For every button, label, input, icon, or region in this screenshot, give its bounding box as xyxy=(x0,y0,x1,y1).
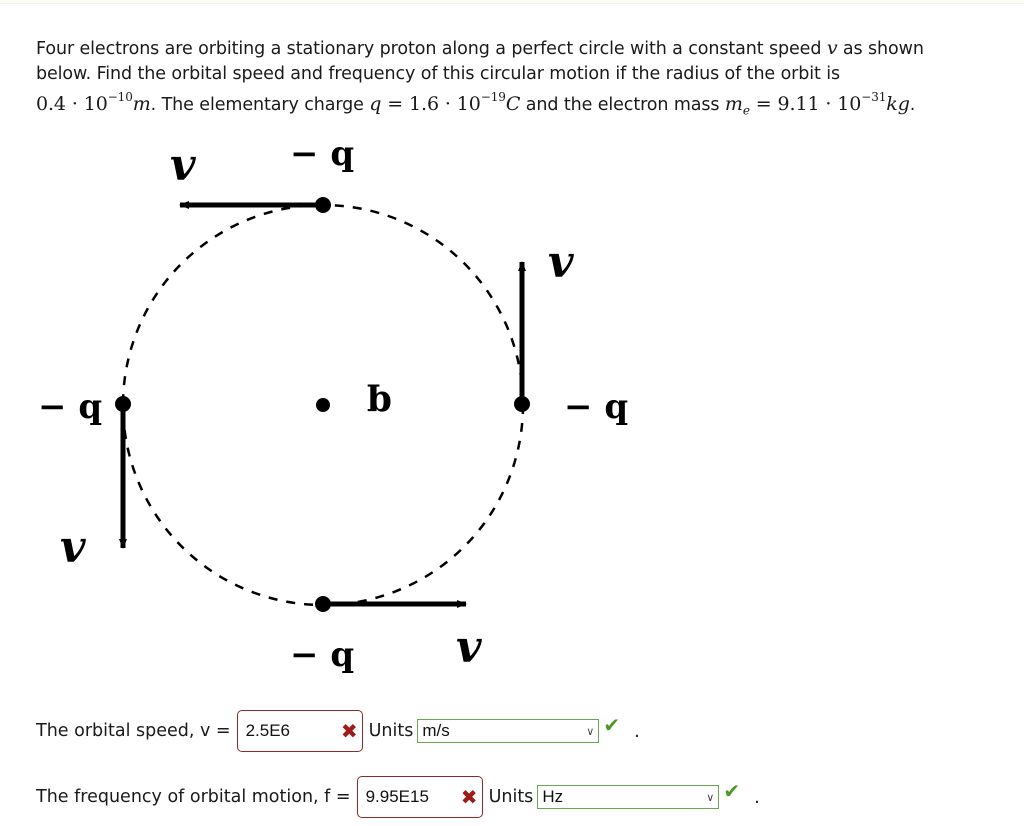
question-text: Four electrons are orbiting a stationary… xyxy=(36,36,1016,123)
electron-label-top: − q xyxy=(290,134,354,174)
question-text-part: and the electron mass xyxy=(520,94,725,115)
charge-exponent: −19 xyxy=(480,90,506,104)
question-line-1: Four electrons are orbiting a stationary… xyxy=(36,36,1016,62)
speed-units-value: m/s xyxy=(422,721,450,740)
frequency-input-value[interactable]: 9.95E15 xyxy=(366,787,429,807)
period: . xyxy=(634,720,640,742)
radius-value: 0.4 · 10 xyxy=(36,92,108,115)
chevron-down-icon[interactable]: ∨ xyxy=(586,725,594,738)
period: . xyxy=(754,786,760,808)
mass-unit: kg xyxy=(886,92,910,115)
speed-units-label: Units xyxy=(368,721,414,741)
question-text-part: . xyxy=(909,94,916,115)
frequency-units-value: Hz xyxy=(542,787,564,806)
velocity-label-top: v xyxy=(170,140,196,191)
mass-subscript: e xyxy=(742,103,750,118)
question-text-part: . The elementary charge xyxy=(150,94,370,115)
incorrect-icon: ✖ xyxy=(340,719,358,743)
radius-exponent: −10 xyxy=(107,90,133,104)
electron-label-right: − q xyxy=(564,387,628,427)
speed-input-value[interactable]: 2.5E6 xyxy=(246,721,290,741)
speed-units-select[interactable]: m/s ∨ xyxy=(417,719,600,743)
speed-label: The orbital speed, v = xyxy=(36,721,231,741)
radius-unit: m xyxy=(132,92,151,115)
answer-row-speed: The orbital speed, v = 2.5E6 ✖ Units m/s… xyxy=(36,710,640,752)
correct-icon: ✔ xyxy=(723,779,741,803)
velocity-label-left: v xyxy=(60,522,86,573)
mass-exponent: −31 xyxy=(861,90,887,104)
frequency-label: The frequency of orbital motion, f = xyxy=(36,787,351,807)
chevron-down-icon[interactable]: ∨ xyxy=(706,791,714,804)
question-line-3: 0.4 · 10−10m. The elementary charge q = … xyxy=(36,87,1016,123)
charge-unit: C xyxy=(505,92,521,115)
charge-value: = 1.6 · 10 xyxy=(381,92,481,115)
question-line-2: below. Find the orbital speed and freque… xyxy=(36,64,841,84)
proton-label: q xyxy=(367,383,392,425)
frequency-units-label: Units xyxy=(488,787,534,807)
proton-dot xyxy=(316,398,330,412)
mass-value: = 9.11 · 10 xyxy=(749,92,862,115)
question-text-part: as shown xyxy=(837,39,924,59)
speed-symbol: v xyxy=(826,37,838,59)
frequency-input[interactable]: 9.95E15 ✖ xyxy=(356,776,483,818)
question-text-part: Four electrons are orbiting a stationary… xyxy=(36,39,827,59)
electron-label-bottom: − q xyxy=(290,635,354,675)
mass-symbol: m xyxy=(724,92,743,115)
answer-row-frequency: The frequency of orbital motion, f = 9.9… xyxy=(36,776,760,818)
velocity-label-bottom: v xyxy=(456,622,482,673)
orbit-diagram: q − q v − q v − q v − q v xyxy=(38,134,628,675)
frequency-units-select[interactable]: Hz ∨ xyxy=(537,785,720,809)
speed-input[interactable]: 2.5E6 ✖ xyxy=(236,710,363,752)
correct-icon: ✔ xyxy=(603,713,621,737)
velocity-label-right: v xyxy=(548,237,574,288)
incorrect-icon: ✖ xyxy=(460,785,478,809)
electron-label-left: − q xyxy=(38,387,102,427)
charge-symbol: q xyxy=(369,92,382,115)
top-border xyxy=(0,0,1024,4)
